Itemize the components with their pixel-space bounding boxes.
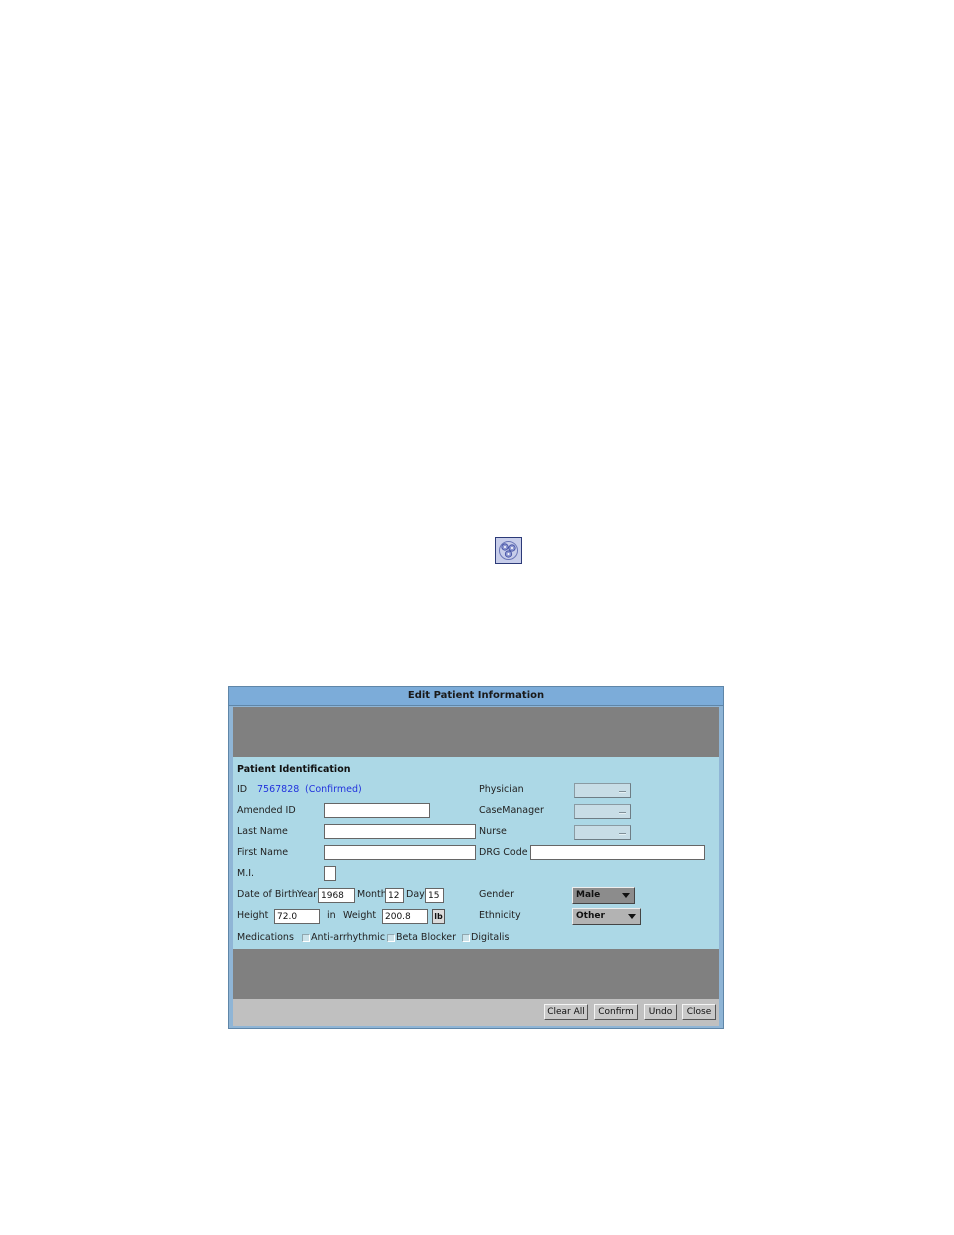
height-field[interactable] (274, 909, 320, 924)
year-field[interactable] (318, 888, 355, 903)
weight-field[interactable] (382, 909, 428, 924)
weight-label: Weight (343, 910, 377, 921)
mi-label: M.I. (237, 868, 255, 879)
nurse-combo[interactable] (574, 825, 631, 840)
case-manager-combo[interactable] (574, 804, 631, 819)
gender-label: Gender (479, 889, 515, 900)
clear-all-button[interactable]: Clear All (544, 1004, 588, 1020)
dob-label: Date of Birth (237, 889, 298, 900)
dropdown-arrow-icon (628, 914, 636, 919)
physician-label: Physician (479, 784, 524, 795)
id-status: (Confirmed) (305, 784, 362, 795)
bottom-gray-band (233, 949, 719, 999)
dropdown-arrow-icon (622, 893, 630, 898)
height-label: Height (237, 910, 269, 921)
section-title: Patient Identification (237, 764, 351, 775)
edit-patient-dialog: Edit Patient Information Patient Identif… (228, 686, 724, 1029)
drg-code-label: DRG Code (479, 847, 528, 858)
first-name-field[interactable] (324, 845, 476, 860)
combo-indicator-icon (619, 791, 626, 793)
id-label: ID (237, 784, 248, 795)
digitalis-label[interactable]: Digitalis (471, 932, 509, 944)
first-name-label: First Name (237, 847, 289, 858)
month-label: Month (357, 889, 387, 900)
close-button[interactable]: Close (682, 1004, 716, 1020)
anti-arrhythmic-label[interactable]: Anti-arrhythmic (311, 932, 385, 944)
beta-blocker-checkbox[interactable] (387, 934, 395, 942)
last-name-label: Last Name (237, 826, 288, 837)
beta-blocker-label[interactable]: Beta Blocker (396, 932, 456, 944)
drg-code-field[interactable] (530, 845, 705, 860)
ethnicity-label: Ethnicity (479, 910, 521, 921)
case-manager-label: CaseManager (479, 805, 544, 816)
combo-indicator-icon (619, 812, 626, 814)
nurse-label: Nurse (479, 826, 507, 837)
patient-id-value: 7567828 (257, 784, 300, 795)
anti-arrhythmic-checkbox[interactable] (302, 934, 310, 942)
physician-combo[interactable] (574, 783, 631, 798)
button-bar: Clear All Confirm Undo Close (233, 999, 719, 1026)
digitalis-checkbox[interactable] (462, 934, 470, 942)
year-label: Year (297, 889, 318, 900)
middle-initial-field[interactable] (324, 866, 336, 881)
month-field[interactable] (385, 888, 404, 903)
ethnicity-select[interactable]: Other (572, 908, 641, 925)
patient-identification-panel: Patient Identification ID 7567828 (Confi… (233, 757, 719, 949)
amended-id-label: Amended ID (237, 805, 296, 816)
height-unit: in (327, 910, 336, 921)
last-name-field[interactable] (324, 824, 476, 839)
ethnicity-value: Other (576, 911, 605, 921)
top-gray-band (233, 707, 719, 757)
gender-value: Male (576, 890, 601, 900)
day-label: Day (406, 889, 425, 900)
combo-indicator-icon (619, 833, 626, 835)
weight-unit-toggle[interactable]: lb (432, 909, 445, 924)
day-field[interactable] (425, 888, 444, 903)
undo-button[interactable]: Undo (644, 1004, 677, 1020)
medications-label: Medications (237, 932, 294, 943)
molecule-icon[interactable] (495, 537, 522, 564)
confirm-button[interactable]: Confirm (594, 1004, 638, 1020)
gender-select[interactable]: Male (572, 887, 635, 904)
amended-id-field[interactable] (324, 803, 430, 818)
dialog-title[interactable]: Edit Patient Information (229, 687, 723, 706)
